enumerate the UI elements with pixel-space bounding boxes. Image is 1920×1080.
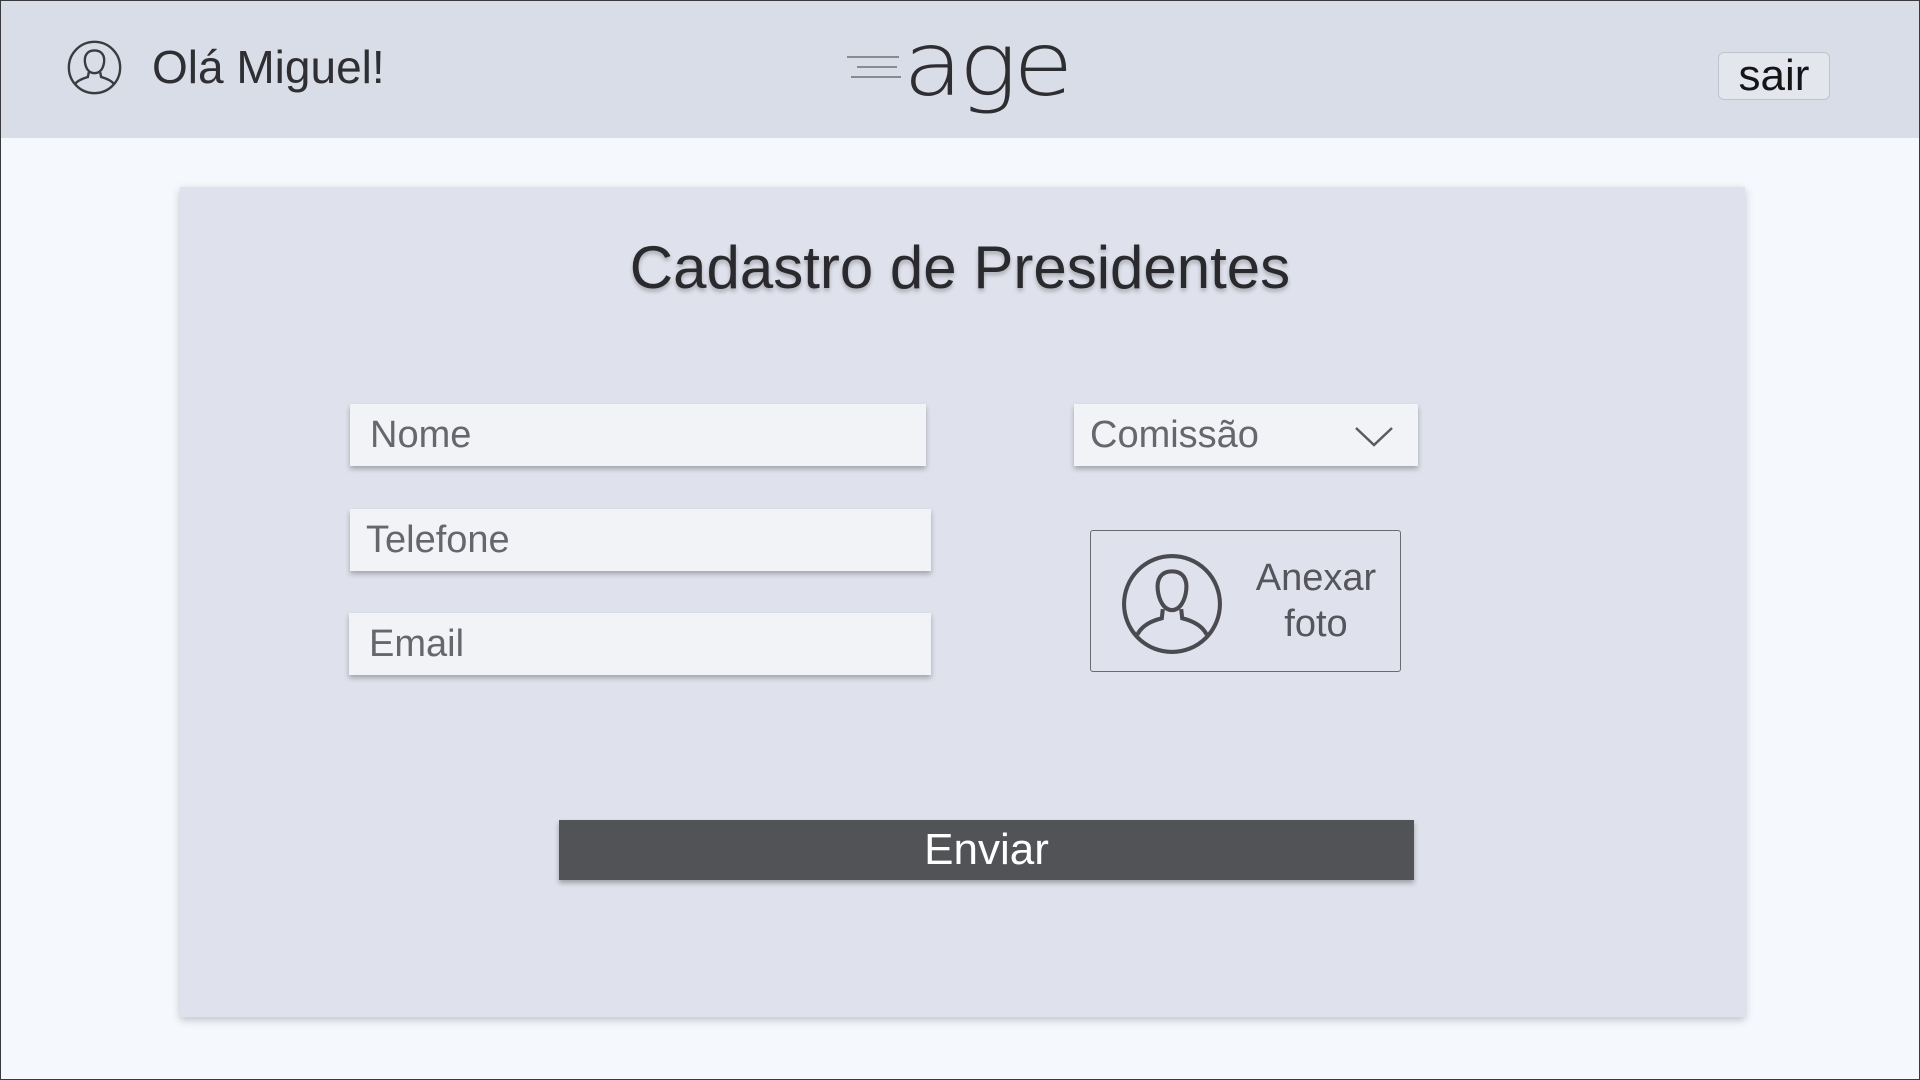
name-field[interactable] — [350, 404, 926, 466]
submit-button[interactable]: Enviar — [559, 820, 1414, 880]
phone-field[interactable] — [350, 509, 931, 571]
logout-button[interactable]: sair — [1718, 52, 1830, 100]
attach-photo-line1: Anexar — [1255, 557, 1377, 599]
registration-card — [180, 187, 1745, 1017]
user-icon[interactable] — [66, 39, 123, 96]
name-input[interactable] — [350, 404, 926, 466]
phone-input[interactable] — [350, 509, 931, 571]
attach-photo-line2: foto — [1284, 603, 1348, 645]
commission-select-label: Comissão — [1090, 414, 1259, 456]
attach-photo-button[interactable]: Anexar foto — [1090, 530, 1401, 672]
email-field[interactable] — [349, 613, 931, 675]
attach-photo-label: Anexar foto — [1241, 555, 1391, 647]
person-silhouette-icon — [1122, 554, 1222, 654]
age-logo: age — [847, 31, 1073, 116]
greeting-text: Olá Miguel! — [152, 41, 385, 93]
top-bar: Olá Miguel! age sair — [1, 1, 1919, 138]
logo-text: age — [903, 31, 1069, 116]
commission-select[interactable]: Comissão — [1074, 404, 1418, 466]
chevron-down-icon — [1355, 427, 1393, 447]
page-title: Cadastro de Presidentes — [629, 234, 1291, 301]
email-input[interactable] — [349, 613, 931, 675]
